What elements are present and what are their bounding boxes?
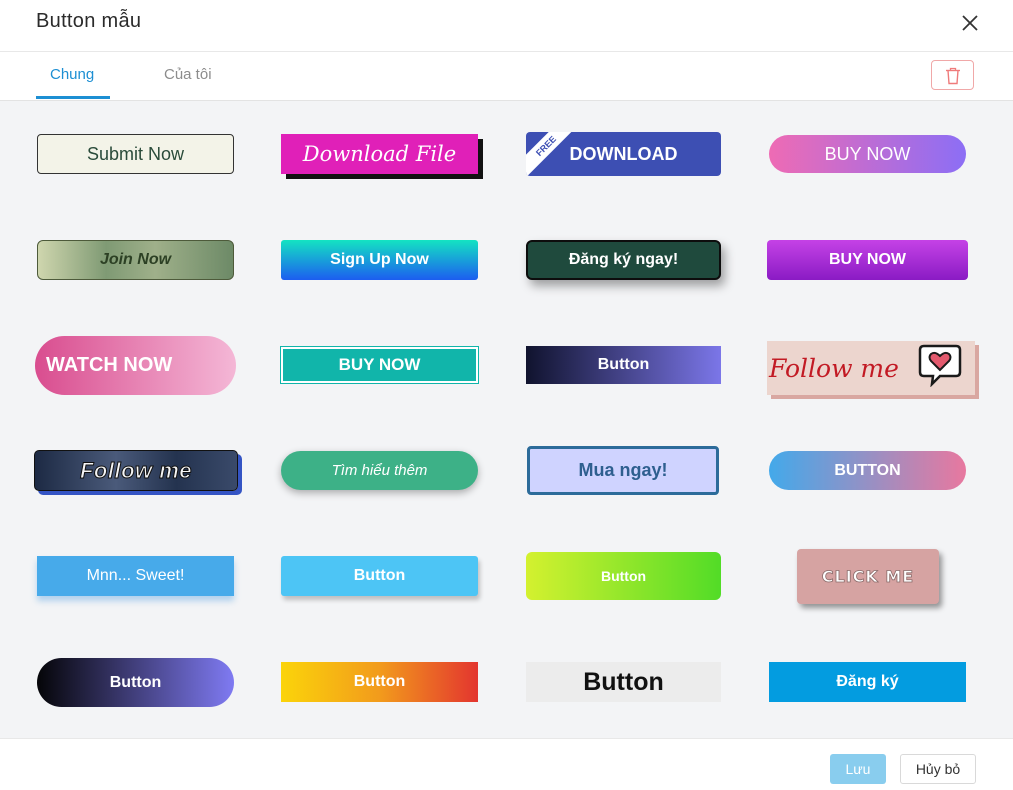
tab-cua-toi[interactable]: Của tôi (164, 66, 212, 83)
template-label: BUTTON (834, 461, 901, 479)
template-label: Đăng ký (836, 673, 899, 690)
template-label: DOWNLOAD (569, 143, 678, 164)
template-dang-ky-ngay[interactable]: Đăng ký ngay! (526, 240, 721, 280)
template-button-gradient-pill[interactable]: BUTTON (769, 451, 966, 490)
template-mnn-sweet[interactable]: Mnn... Sweet! (37, 556, 234, 596)
close-button[interactable] (956, 9, 984, 37)
template-buy-now-purple[interactable]: BUY NOW (767, 240, 968, 280)
template-watch-now[interactable]: WATCH NOW (35, 336, 236, 395)
template-label: Button (600, 568, 647, 584)
template-label: Button (353, 567, 406, 584)
template-submit-now[interactable]: Submit Now (37, 134, 234, 174)
cancel-button[interactable]: Hủy bỏ (900, 754, 976, 784)
template-follow-me-starry[interactable]: Follow me (34, 450, 238, 491)
template-label: Follow me (769, 353, 899, 383)
active-tab-indicator (36, 96, 110, 99)
template-buy-now-teal[interactable]: BUY NOW (280, 346, 479, 384)
heart-speech-bubble-icon (918, 344, 962, 387)
template-label: Download File (302, 142, 457, 166)
template-label: Submit Now (86, 143, 185, 164)
tab-bar: Chung Của tôi (0, 52, 1013, 101)
template-label: Button (583, 667, 664, 696)
template-label: Button (597, 356, 650, 373)
template-button-skyblue[interactable]: Button (281, 556, 478, 596)
template-button-dark-pill[interactable]: Button (37, 658, 234, 707)
template-label: Follow me (79, 457, 193, 483)
close-icon[interactable] (956, 9, 984, 37)
template-mua-ngay[interactable]: Mua ngay! (527, 446, 719, 495)
template-button-lime-gradient[interactable]: Button (526, 552, 721, 600)
template-tim-hieu-them[interactable]: Tìm hiểu thêm (281, 451, 478, 490)
template-label: WATCH NOW (46, 354, 173, 376)
template-free-download[interactable]: FREE DOWNLOAD (526, 132, 721, 176)
template-join-now-camo[interactable]: Join Now (37, 240, 234, 280)
template-label: Đăng ký ngay! (568, 251, 679, 268)
dialog-title: Button mẫu (36, 10, 142, 32)
save-button[interactable]: Lưu (830, 754, 886, 784)
template-button-navy-gradient[interactable]: Button (526, 346, 721, 384)
template-follow-me-heart[interactable]: Follow me (767, 341, 975, 395)
template-label: Join Now (99, 251, 172, 268)
dialog-header: Button mẫu (0, 0, 1013, 52)
template-label: BUY NOW (828, 251, 907, 268)
template-label: Mua ngay! (578, 460, 668, 480)
template-download-file[interactable]: Download File (281, 134, 478, 174)
dialog-footer: Lưu Hủy bỏ (0, 738, 1013, 790)
template-label: CLICK ME (821, 567, 915, 587)
template-button-plain-gray[interactable]: Button (526, 662, 721, 702)
template-button-orange-gradient[interactable]: Button (281, 662, 478, 702)
template-click-me[interactable]: CLICK ME (797, 549, 939, 604)
template-buy-now-gradient-pill[interactable]: BUY NOW (769, 135, 966, 173)
delete-button[interactable] (931, 60, 974, 90)
trash-icon (946, 67, 960, 85)
template-label: Sign Up Now (330, 251, 429, 268)
template-label: Tìm hiểu thêm (331, 462, 428, 479)
template-label: Button (353, 673, 406, 690)
template-dang-ky[interactable]: Đăng ký (769, 662, 966, 702)
template-label: BUY NOW (824, 143, 911, 164)
template-sign-up-now[interactable]: Sign Up Now (281, 240, 478, 280)
template-label: BUY NOW (338, 355, 421, 374)
template-label: Button (109, 673, 162, 691)
button-template-gallery: Submit Now Download File FREE DOWNLOAD B… (0, 101, 1013, 738)
tab-chung[interactable]: Chung (50, 66, 94, 83)
template-label: Mnn... Sweet! (86, 567, 185, 584)
